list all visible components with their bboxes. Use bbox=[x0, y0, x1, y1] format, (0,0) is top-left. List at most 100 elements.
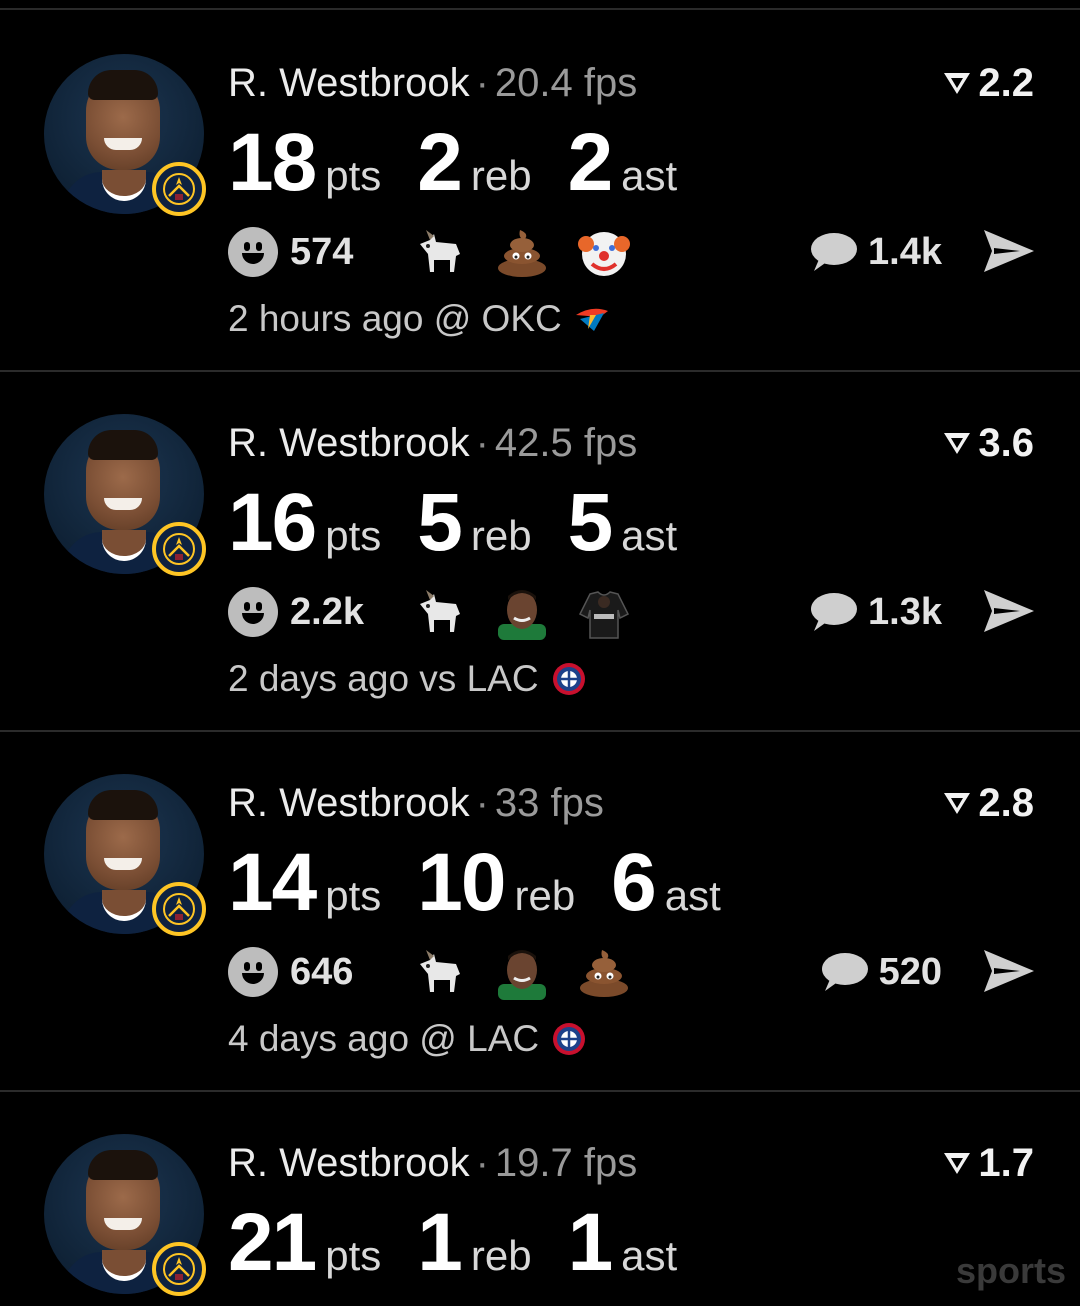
goat-emoji-icon[interactable] bbox=[412, 224, 468, 280]
add-reaction-icon[interactable] bbox=[228, 947, 278, 997]
stat-value: 14 bbox=[228, 837, 317, 928]
game-time-opponent: 2 days ago vs LAC bbox=[228, 658, 539, 699]
rating: 2.8 bbox=[942, 778, 1034, 828]
stat-value: 10 bbox=[417, 837, 506, 928]
clown-emoji-icon[interactable] bbox=[576, 224, 632, 280]
poop-emoji-icon[interactable] bbox=[576, 944, 632, 1000]
rating: 1.7 bbox=[942, 1138, 1034, 1188]
comment-bubble-icon[interactable] bbox=[808, 591, 858, 633]
nuggets-logo-icon bbox=[152, 882, 206, 936]
stat-line: 16 pts 5 reb 5 ast bbox=[228, 478, 713, 568]
stat-value: 18 bbox=[228, 117, 317, 208]
fantasy-points: 33 fps bbox=[494, 781, 604, 825]
game-meta: 2 hours ago @ OKC bbox=[228, 298, 610, 340]
stat-value: 1 bbox=[417, 1197, 463, 1288]
game-meta: 4 days ago @ LAC bbox=[228, 1018, 587, 1060]
reactions: 574 bbox=[228, 224, 632, 280]
stat-unit: ast bbox=[621, 512, 678, 559]
player-name[interactable]: R. Westbrook bbox=[228, 61, 470, 105]
goat-emoji-icon[interactable] bbox=[412, 584, 468, 640]
comment-bubble-icon[interactable] bbox=[819, 951, 869, 993]
okc-thunder-logo-icon bbox=[575, 308, 608, 331]
comments[interactable]: 1.3k bbox=[808, 584, 942, 640]
reactions: 646 bbox=[228, 944, 632, 1000]
rating-icon bbox=[944, 73, 971, 94]
rating-value: 1.7 bbox=[978, 1141, 1034, 1185]
fantasy-points: 19.7 fps bbox=[494, 1141, 638, 1185]
rating-value: 3.6 bbox=[978, 421, 1034, 465]
stat-value: 5 bbox=[417, 477, 463, 568]
stat-unit: pts bbox=[325, 512, 382, 559]
nuggets-logo-icon bbox=[152, 1242, 206, 1296]
rating-icon bbox=[944, 433, 971, 454]
game-time-opponent: 4 days ago @ LAC bbox=[228, 1018, 540, 1059]
reaction-count: 2.2k bbox=[290, 590, 364, 633]
stat-line: 18 pts 2 reb 2 ast bbox=[228, 118, 713, 208]
stat-unit: pts bbox=[325, 152, 382, 199]
reaction-count: 646 bbox=[290, 950, 354, 993]
stat-unit: pts bbox=[325, 872, 382, 919]
player-name-line: R. Westbrook · 42.5 fps bbox=[228, 421, 638, 465]
share-icon[interactable] bbox=[982, 226, 1036, 276]
game-card[interactable]: R. Westbrook · 20.4 fps 2.2 18 pts 2 reb 2 as… bbox=[0, 10, 1080, 370]
stat-unit: ast bbox=[621, 152, 678, 199]
player-name[interactable]: R. Westbrook bbox=[228, 421, 470, 465]
rating: 3.6 bbox=[942, 418, 1034, 468]
stat-unit: ast bbox=[664, 872, 721, 919]
nuggets-logo-icon bbox=[152, 522, 206, 576]
comments[interactable]: 1.4k bbox=[808, 224, 942, 280]
stat-value: 1 bbox=[567, 1197, 614, 1288]
reactions: 2.2k bbox=[228, 584, 632, 640]
game-meta: 2 days ago vs LAC bbox=[228, 658, 587, 700]
game-card[interactable]: R. Westbrook · 19.7 fps 1.7 21 pts 1 reb 1 as… bbox=[0, 1090, 1080, 1306]
stat-line: 14 pts 10 reb 6 ast bbox=[228, 838, 757, 928]
goat-emoji-icon[interactable] bbox=[412, 944, 468, 1000]
player-name-line: R. Westbrook · 20.4 fps bbox=[228, 61, 638, 105]
rating-value: 2.8 bbox=[978, 781, 1034, 825]
la-clippers-logo-icon bbox=[552, 663, 585, 695]
stat-unit: ast bbox=[621, 1232, 678, 1279]
stat-value: 6 bbox=[611, 837, 657, 928]
la-clippers-logo-icon bbox=[553, 1023, 586, 1055]
share-icon[interactable] bbox=[982, 946, 1036, 996]
stat-unit: reb bbox=[514, 872, 576, 919]
nets-jersey-emoji-icon[interactable] bbox=[576, 584, 632, 640]
player-name-line: R. Westbrook · 19.7 fps bbox=[228, 1141, 638, 1185]
stat-unit: reb bbox=[470, 512, 532, 559]
stat-line: 21 pts 1 reb 1 ast bbox=[228, 1198, 713, 1288]
game-time-opponent: 2 hours ago @ OKC bbox=[228, 298, 562, 339]
comment-count: 1.4k bbox=[868, 230, 942, 273]
comment-bubble-icon[interactable] bbox=[808, 231, 858, 273]
add-reaction-icon[interactable] bbox=[228, 587, 278, 637]
stat-value: 2 bbox=[567, 117, 614, 208]
rating: 2.2 bbox=[942, 58, 1034, 108]
game-card[interactable]: R. Westbrook · 33 fps 2.8 14 pts 10 reb 6 ast… bbox=[0, 730, 1080, 1090]
watermark: sports bbox=[955, 1250, 1066, 1291]
player-face-emoji-icon[interactable] bbox=[494, 584, 550, 640]
add-reaction-icon[interactable] bbox=[228, 227, 278, 277]
rating-icon bbox=[944, 1153, 971, 1174]
comment-count: 520 bbox=[878, 950, 942, 993]
game-feed: R. Westbrook · 20.4 fps 2.2 18 pts 2 reb 2 as… bbox=[0, 0, 1080, 1306]
rating-value: 2.2 bbox=[978, 61, 1034, 105]
player-name[interactable]: R. Westbrook bbox=[228, 781, 470, 825]
comment-count: 1.3k bbox=[868, 590, 942, 633]
poop-emoji-icon[interactable] bbox=[494, 224, 550, 280]
stat-value: 21 bbox=[228, 1197, 317, 1288]
fantasy-points: 20.4 fps bbox=[494, 61, 638, 105]
rating-icon bbox=[944, 793, 971, 814]
stat-unit: reb bbox=[470, 1232, 532, 1279]
reaction-count: 574 bbox=[290, 230, 354, 273]
stat-unit: reb bbox=[470, 152, 532, 199]
comments[interactable]: 520 bbox=[819, 944, 942, 1000]
stat-value: 2 bbox=[417, 117, 463, 208]
player-name[interactable]: R. Westbrook bbox=[228, 1141, 470, 1185]
player-face-emoji-icon[interactable] bbox=[494, 944, 550, 1000]
stat-unit: pts bbox=[325, 1232, 382, 1279]
game-card[interactable]: R. Westbrook · 42.5 fps 3.6 16 pts 5 reb 5 as… bbox=[0, 370, 1080, 730]
stat-value: 5 bbox=[567, 477, 614, 568]
player-name-line: R. Westbrook · 33 fps bbox=[228, 781, 604, 825]
fantasy-points: 42.5 fps bbox=[494, 421, 638, 465]
stat-value: 16 bbox=[228, 477, 317, 568]
share-icon[interactable] bbox=[982, 586, 1036, 636]
